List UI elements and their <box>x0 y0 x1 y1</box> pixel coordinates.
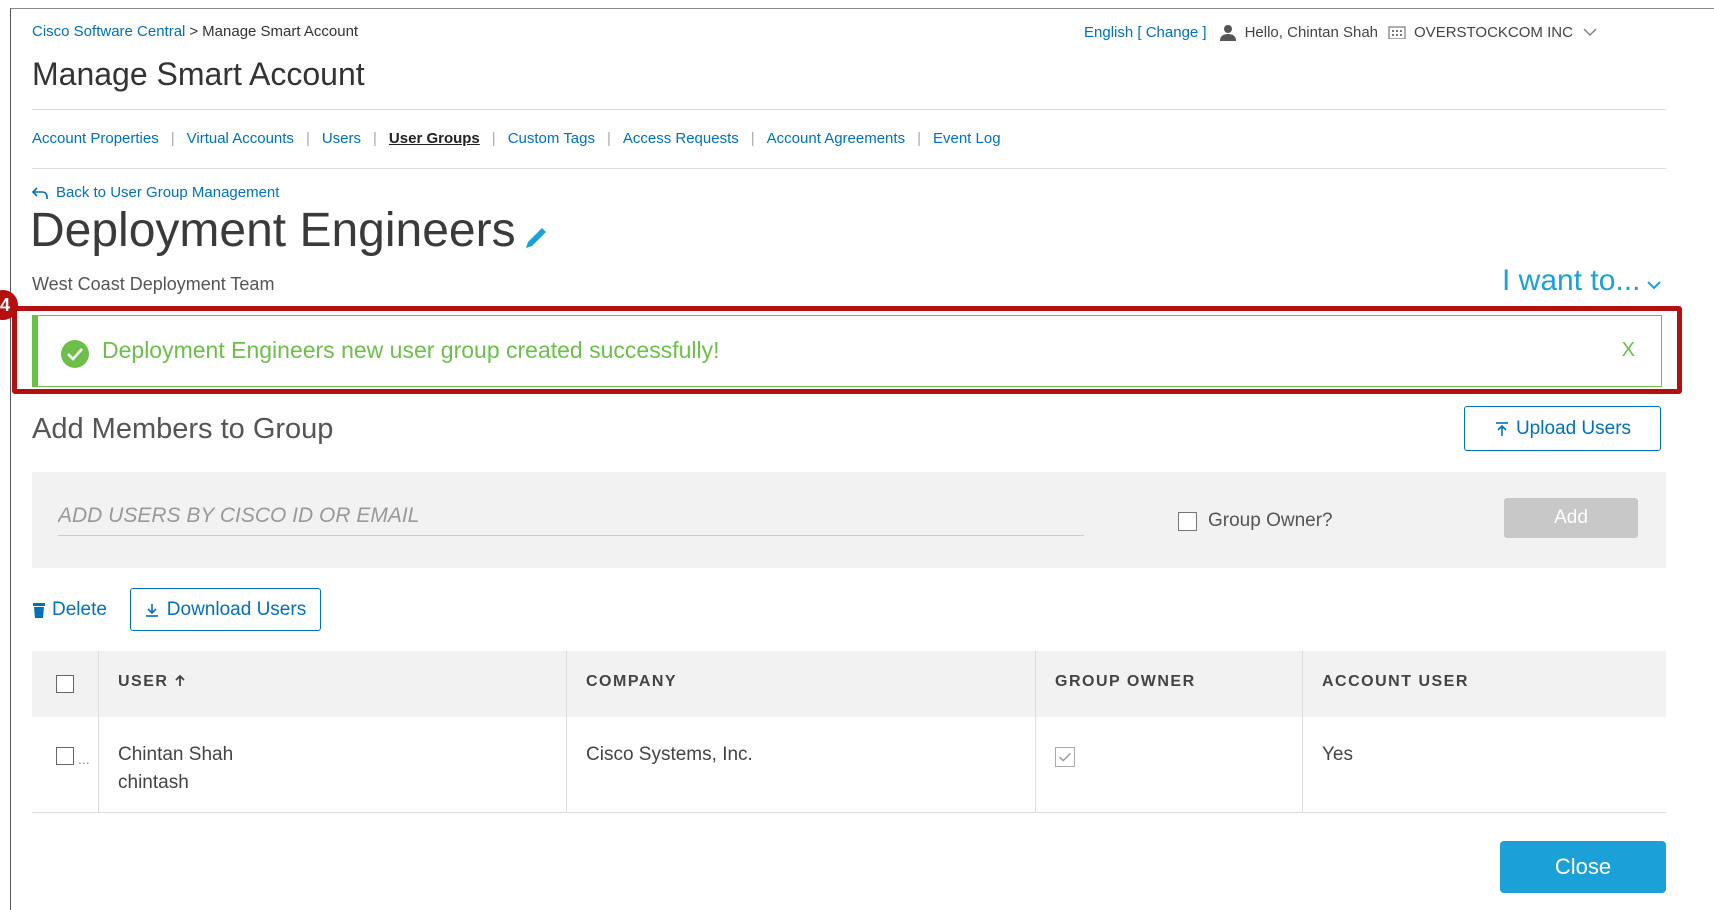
column-divider <box>566 717 567 812</box>
sort-ascending-icon <box>175 674 186 686</box>
page-title: Manage Smart Account <box>32 56 365 92</box>
download-icon <box>145 603 158 617</box>
user-name: Chintan Shah <box>118 744 234 765</box>
add-users-input[interactable] <box>58 496 1084 536</box>
user-icon <box>1219 25 1236 41</box>
tab-custom-tags[interactable]: Custom Tags <box>508 130 595 147</box>
account-name[interactable]: OVERSTOCKCOM INC <box>1414 24 1573 41</box>
column-divider <box>98 717 99 812</box>
tab-event-log[interactable]: Event Log <box>933 130 1001 147</box>
breadcrumb-root-link[interactable]: Cisco Software Central <box>32 23 185 40</box>
tab-separator: | <box>373 130 377 147</box>
chevron-down-icon[interactable] <box>1583 27 1597 37</box>
column-divider <box>1302 717 1303 812</box>
close-button[interactable]: Close <box>1500 841 1666 893</box>
tab-account-agreements[interactable]: Account Agreements <box>767 130 905 147</box>
group-owner-label: Group Owner? <box>1208 510 1333 531</box>
column-header-user[interactable]: USER <box>118 673 186 691</box>
user-cell: Chintan Shah chintash <box>118 741 233 797</box>
divider <box>32 109 1666 110</box>
tab-virtual-accounts[interactable]: Virtual Accounts <box>187 130 294 147</box>
tab-user-groups[interactable]: User Groups <box>389 130 480 147</box>
tab-separator: | <box>606 130 611 147</box>
column-divider <box>98 651 99 717</box>
callout-highlight <box>12 306 1682 394</box>
download-users-button[interactable]: Download Users <box>130 588 321 631</box>
add-members-title: Add Members to Group <box>32 413 334 445</box>
tab-account-properties[interactable]: Account Properties <box>32 130 159 147</box>
breadcrumb-current: Manage Smart Account <box>202 23 359 40</box>
tab-users[interactable]: Users <box>322 130 361 147</box>
row-ellipsis: ... <box>78 751 90 767</box>
user-id: chintash <box>118 772 189 793</box>
tab-separator: | <box>750 130 755 147</box>
tab-separator: | <box>491 130 496 147</box>
change-language-link[interactable]: [ Change ] <box>1137 24 1206 41</box>
tab-bar: Account Properties | Virtual Accounts | Us… <box>32 130 1001 147</box>
i-want-to-menu[interactable]: I want to... <box>1502 264 1662 298</box>
tab-separator: | <box>170 130 175 147</box>
divider <box>32 168 1666 169</box>
column-header-company[interactable]: COMPANY <box>586 673 677 691</box>
column-header-group-owner[interactable]: GROUP OWNER <box>1055 673 1196 691</box>
trash-icon <box>33 602 45 618</box>
group-title: Deployment Engineers <box>30 203 550 258</box>
add-button[interactable]: Add <box>1504 498 1638 538</box>
members-table: USER COMPANY GROUP OWNER ACCOUNT USER ..… <box>32 651 1666 813</box>
column-divider <box>566 651 567 717</box>
pencil-icon[interactable] <box>522 224 550 252</box>
table-header: USER COMPANY GROUP OWNER ACCOUNT USER <box>32 651 1666 717</box>
back-link-label: Back to User Group Management <box>56 184 280 201</box>
download-users-label: Download Users <box>166 598 307 620</box>
tab-separator: | <box>917 130 921 147</box>
row-select-checkbox[interactable] <box>56 747 74 765</box>
check-icon <box>1059 752 1071 762</box>
tab-access-requests[interactable]: Access Requests <box>623 130 739 147</box>
user-bar: English [ Change ] Hello, Chintan Shah O… <box>1084 23 1597 41</box>
group-description: West Coast Deployment Team <box>32 274 275 294</box>
breadcrumb-separator: > <box>189 23 199 40</box>
column-header-account-user[interactable]: ACCOUNT USER <box>1322 673 1469 691</box>
building-icon <box>1388 26 1406 39</box>
group-owner-check <box>1055 747 1075 767</box>
upload-users-button[interactable]: Upload Users <box>1464 406 1661 451</box>
chevron-down-icon <box>1647 281 1662 290</box>
column-header-user-label: USER <box>118 673 169 690</box>
account-user-cell: Yes <box>1322 744 1353 765</box>
delete-button[interactable]: Delete <box>32 599 107 621</box>
tab-separator: | <box>305 130 310 147</box>
upload-icon <box>1495 421 1508 436</box>
back-arrow-icon <box>32 186 48 199</box>
table-row[interactable]: ... Chintan Shah chintash Cisco Systems,… <box>32 717 1666 813</box>
delete-label: Delete <box>52 599 107 620</box>
column-divider <box>1035 651 1036 717</box>
greeting-text: Hello, Chintan Shah <box>1244 23 1379 41</box>
select-all-checkbox[interactable] <box>56 675 74 693</box>
upload-users-label: Upload Users <box>1515 417 1632 439</box>
i-want-to-label: I want to... <box>1502 264 1641 297</box>
column-divider <box>1302 651 1303 717</box>
company-cell: Cisco Systems, Inc. <box>586 744 753 765</box>
column-divider <box>1035 717 1036 812</box>
group-title-text: Deployment Engineers <box>30 204 516 257</box>
group-owner-checkbox[interactable] <box>1178 512 1197 531</box>
back-link[interactable]: Back to User Group Management <box>32 184 279 201</box>
add-members-panel: Group Owner? Add <box>32 472 1666 568</box>
language-label: English <box>1084 23 1134 41</box>
breadcrumb: Cisco Software Central > Manage Smart Acco… <box>32 23 358 40</box>
